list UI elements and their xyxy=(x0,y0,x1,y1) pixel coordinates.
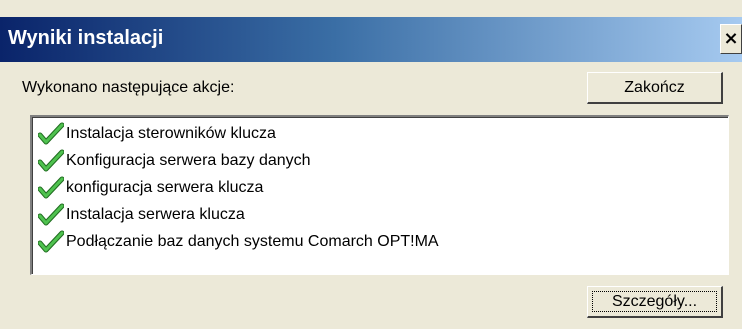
actions-list[interactable]: Instalacja sterowników klucza Konfigurac… xyxy=(30,115,729,275)
list-item: Instalacja serwera klucza xyxy=(38,202,245,228)
title-bar[interactable]: Wyniki instalacji × xyxy=(0,17,742,62)
check-icon xyxy=(38,149,64,172)
window-top-strip xyxy=(0,0,742,17)
action-label: Podłączanie baz danych systemu Comarch O… xyxy=(66,233,439,250)
details-button-label: Szczegóły... xyxy=(611,293,698,310)
close-icon: × xyxy=(723,28,739,49)
actions-label: Wykonano następujące akcje: xyxy=(22,79,235,96)
check-icon xyxy=(38,203,64,226)
dialog-title: Wyniki instalacji xyxy=(8,27,164,49)
list-item: Konfiguracja serwera bazy danych xyxy=(38,148,311,174)
action-label: Instalacja sterowników klucza xyxy=(66,125,276,142)
check-icon xyxy=(38,230,64,253)
close-button[interactable]: × xyxy=(720,24,742,54)
check-icon xyxy=(38,122,64,145)
action-label: Instalacja serwera klucza xyxy=(66,206,245,223)
installation-results-dialog: Wyniki instalacji × Wykonano następujące… xyxy=(0,0,742,329)
list-item: Instalacja sterowników klucza xyxy=(38,121,276,147)
list-item: konfiguracja serwera klucza xyxy=(38,175,263,201)
check-icon xyxy=(38,176,64,199)
action-label: konfiguracja serwera klucza xyxy=(66,179,264,196)
action-label: Konfiguracja serwera bazy danych xyxy=(66,152,311,169)
finish-button[interactable]: Zakończ xyxy=(587,72,723,104)
details-button[interactable]: Szczegóły... xyxy=(587,286,723,318)
list-item: Podłączanie baz danych systemu Comarch O… xyxy=(38,229,439,255)
